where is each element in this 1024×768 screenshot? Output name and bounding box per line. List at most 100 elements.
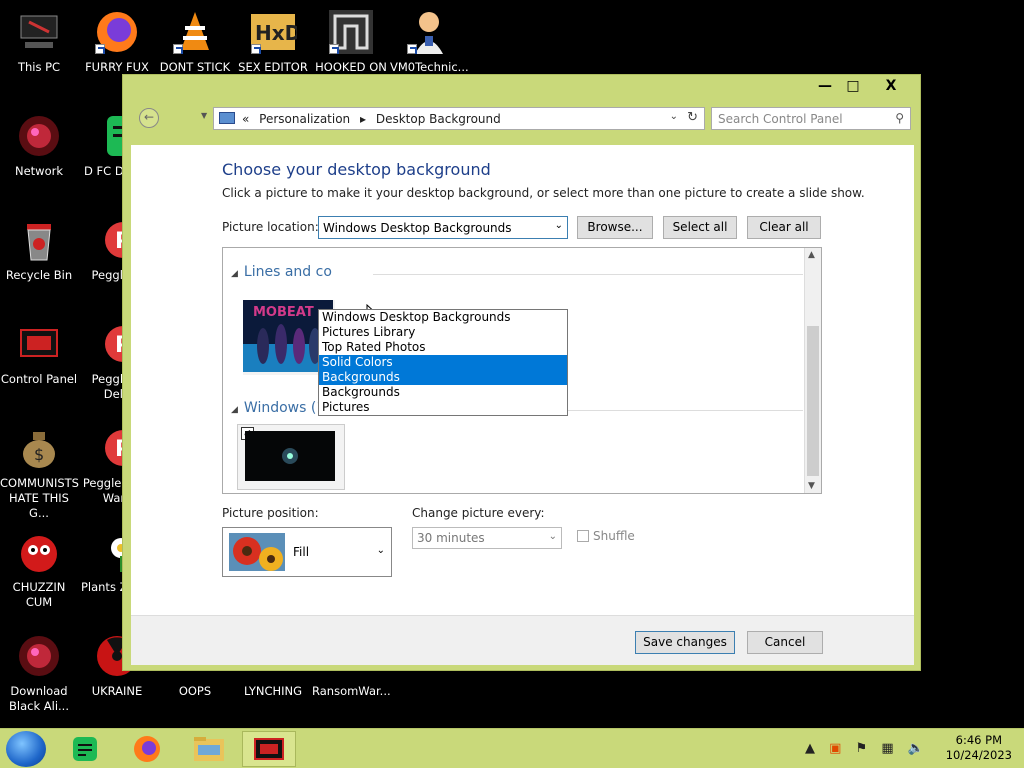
green-notes-icon — [73, 737, 97, 761]
group-header-windows[interactable]: ◢ Windows (1) — [231, 400, 331, 416]
minimize-button[interactable]: — — [812, 76, 838, 98]
picture-position-value: Fill — [293, 545, 310, 559]
desktop-icon-label: FURRY FUX — [85, 60, 149, 74]
control-panel-window: — □ X ← ▼ « Personalization ▸ Desktop Ba… — [122, 74, 921, 671]
breadcrumb-overflow[interactable]: « — [242, 112, 249, 126]
money-bag-icon: $ — [15, 424, 63, 472]
desktop-icon-chuzzin[interactable]: CHUZZIN CUM — [0, 528, 78, 610]
page-title: Choose your desktop background — [222, 160, 491, 179]
volume-icon[interactable]: 🔈 — [908, 741, 924, 756]
search-icon[interactable]: ⚲ — [895, 111, 904, 125]
computer-icon — [15, 8, 63, 56]
desktop-icon-vm0technic[interactable]: VM0Technic... — [390, 8, 469, 75]
desktop-icon-label: OOPS — [178, 684, 212, 698]
desktop-icon-label: Network — [14, 164, 64, 178]
windows-wallpaper-thumbnail[interactable]: ✓ — [237, 424, 345, 490]
address-bar[interactable]: « Personalization ▸ Desktop Background ⌄… — [213, 107, 705, 130]
breadcrumb-desktop-background[interactable]: Desktop Background — [376, 112, 501, 126]
search-input[interactable]: Search Control Panel ⚲ — [711, 107, 911, 130]
breadcrumb-personalization[interactable]: Personalization — [259, 112, 350, 126]
group-header-lines[interactable]: ◢ Lines and co — [231, 264, 332, 280]
group-name: Lines and co — [243, 264, 332, 280]
control-panel-icon — [254, 738, 284, 760]
firefox-icon — [134, 736, 160, 762]
desktop-icon-network[interactable]: Network — [0, 112, 78, 179]
shuffle-checkbox[interactable]: Shuffle — [577, 529, 635, 543]
desktop-icon-label: VM0Technic... — [390, 60, 469, 74]
network-icon[interactable]: ▦ — [881, 741, 893, 756]
taskbar-app-firefox[interactable] — [120, 731, 174, 767]
close-button[interactable]: X — [868, 76, 914, 98]
desktop-icon-label: CHUZZIN CUM — [12, 580, 66, 609]
svg-text:$: $ — [34, 445, 44, 464]
maze-icon — [327, 8, 375, 56]
browse-button[interactable]: Browse... — [577, 216, 653, 239]
wallpaper-graphic-text: MOBEAT — [253, 305, 314, 320]
desktop-icon-communists[interactable]: $ COMMUNISTS HATE THIS G... — [0, 424, 79, 521]
address-bar-row: ← ▼ « Personalization ▸ Desktop Backgrou… — [129, 105, 914, 135]
desktop-icon-label: SEX EDITOR — [238, 60, 308, 74]
desktop-icon-label: HOOKED ON — [315, 60, 387, 74]
action-center-flag-icon[interactable]: ⚑ — [856, 741, 868, 756]
desktop-icon-hooked-on[interactable]: HOOKED ON — [312, 8, 390, 75]
desktop-icon-dont-stick[interactable]: DONT STICK — [156, 8, 234, 75]
dropdown-option[interactable]: Solid Colors — [319, 355, 567, 370]
show-hidden-icons-icon[interactable]: ▲ — [805, 741, 815, 756]
checkbox-box[interactable] — [577, 530, 589, 542]
security-icon[interactable]: ▣ — [829, 741, 841, 756]
desktop-icon-label: LYNCHING — [243, 684, 303, 698]
change-picture-value: 30 minutes — [417, 531, 485, 545]
breadcrumb: « Personalization ▸ Desktop Background — [242, 112, 507, 126]
picture-location-select[interactable]: Windows Desktop Backgrounds ⌄ — [318, 216, 568, 239]
firefox-icon — [93, 8, 141, 56]
maximize-button[interactable]: □ — [840, 76, 866, 98]
dropdown-option[interactable]: Top Rated Photos — [319, 340, 567, 355]
clear-all-button[interactable]: Clear all — [747, 216, 821, 239]
technician-icon — [405, 8, 453, 56]
hxd-icon: HxD — [249, 8, 301, 56]
desktop-icon-download[interactable]: Download Black Ali... — [0, 632, 78, 714]
search-placeholder: Search Control Panel — [718, 112, 843, 126]
main-content: Choose your desktop background Click a p… — [131, 145, 914, 615]
desktop-icon-sex-editor[interactable]: HxD SEX EDITOR — [234, 8, 312, 75]
change-picture-select[interactable]: 30 minutes ⌄ — [412, 527, 562, 549]
desktop-icon-label: Control Panel — [0, 372, 78, 386]
dropdown-option[interactable]: Backgrounds — [319, 370, 567, 385]
taskbar-clock[interactable]: 6:46 PM 10/24/2023 — [946, 733, 1012, 763]
dropdown-option[interactable]: Pictures — [319, 400, 567, 415]
picture-position-select[interactable]: Fill ⌄ — [222, 527, 392, 577]
recycle-bin-icon — [15, 216, 63, 264]
dropdown-option[interactable]: Windows Desktop Backgrounds — [319, 310, 567, 325]
start-button[interactable] — [6, 731, 46, 767]
address-history-chevron-icon[interactable]: ⌄ — [670, 111, 678, 122]
svg-text:HxD: HxD — [255, 21, 297, 45]
taskbar-app-file-explorer[interactable] — [182, 731, 236, 767]
chevron-down-icon: ⌄ — [548, 531, 557, 542]
gallery-scrollbar[interactable]: ▲ ▼ — [804, 248, 821, 493]
recent-pages-dropdown-icon[interactable]: ▼ — [201, 111, 207, 120]
desktop-icon-recycle-bin[interactable]: Recycle Bin — [0, 216, 78, 283]
desktop-icon-label: RansomWar... — [312, 684, 391, 698]
refresh-icon[interactable]: ↻ — [687, 110, 698, 125]
chevron-down-icon: ⌄ — [376, 545, 385, 556]
cancel-button[interactable]: Cancel — [747, 631, 823, 654]
desktop-icon-furry-fux[interactable]: FURRY FUX — [78, 8, 156, 75]
desktop-icon-this-pc[interactable]: This PC — [0, 8, 78, 75]
taskbar: ▲ ▣ ⚑ ▦ 🔈 6:46 PM 10/24/2023 — [0, 728, 1024, 768]
change-picture-label: Change picture every: — [412, 506, 545, 520]
breadcrumb-separator-icon: ▸ — [359, 112, 367, 126]
taskbar-app-control-panel[interactable] — [242, 731, 296, 767]
desktop-icon-control-panel[interactable]: Control Panel — [0, 320, 78, 387]
scroll-up-icon[interactable]: ▲ — [808, 250, 815, 260]
scrollbar-thumb[interactable] — [807, 326, 819, 476]
back-arrow-icon[interactable]: ← — [139, 108, 159, 128]
chuzzle-icon — [15, 528, 63, 576]
save-changes-button[interactable]: Save changes — [635, 631, 735, 654]
taskbar-app-notes[interactable] — [58, 731, 112, 767]
scroll-down-icon[interactable]: ▼ — [808, 481, 815, 491]
select-all-button[interactable]: Select all — [663, 216, 737, 239]
control-panel-icon — [15, 320, 63, 368]
dropdown-option[interactable]: Pictures Library — [319, 325, 567, 340]
title-bar[interactable]: — □ X — [123, 75, 920, 101]
dropdown-option[interactable]: Backgrounds — [319, 385, 567, 400]
